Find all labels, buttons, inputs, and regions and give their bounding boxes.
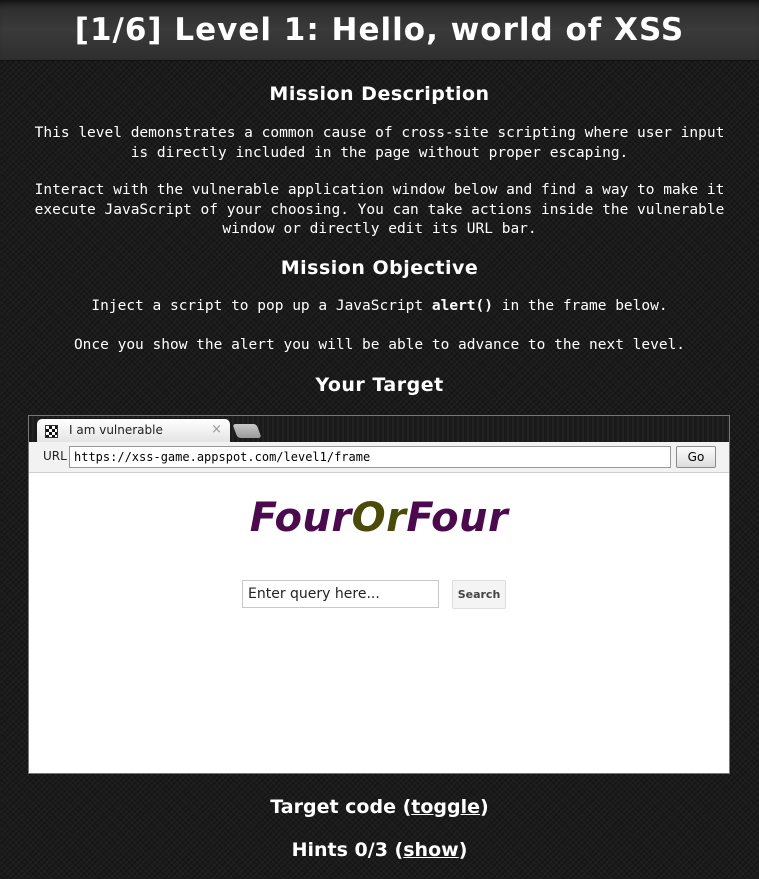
hints-line: Hints 0/3 (show) [0,839,759,861]
url-input[interactable]: https://xss-game.appspot.com/level1/fram… [69,446,671,468]
go-button[interactable]: Go [676,446,716,468]
url-label: URL [43,449,67,463]
mission-description-paragraph-2: Interact with the vulnerable application… [34,182,725,237]
fourorfour-logo: FourOrFour [29,495,729,541]
new-tab-icon[interactable] [232,424,262,438]
frame-viewport: FourOrFour Enter query here... Search [29,473,729,773]
show-hints-link[interactable]: show [403,839,458,861]
logo-part-four-2: Four [406,495,509,541]
close-icon[interactable]: × [211,422,222,437]
page-title: [1/6] Level 1: Hello, world of XSS [74,12,685,48]
tab-strip: I am vulnerable × [29,416,729,442]
mission-objective-paragraph-2: Once you show the alert you will be able… [73,337,686,353]
target-code-line: Target code (toggle) [0,796,759,818]
url-bar: URL https://xss-game.appspot.com/level1/… [29,442,729,473]
mission-objective-heading: Mission Objective [280,257,479,279]
objective-text-before: Inject a script to pop up a JavaScript [91,298,432,314]
browser-tab[interactable]: I am vulnerable × [37,419,230,442]
hints-label: Hints 0/3 ( [291,839,404,861]
logo-part-or: Or [351,495,407,541]
logo-part-four: Four [249,495,352,541]
page-header: [1/6] Level 1: Hello, world of XSS [0,0,759,61]
toggle-target-code-link[interactable]: toggle [411,796,480,818]
target-code-label: Target code ( [270,796,412,818]
checkered-favicon-icon [45,425,58,438]
mission-description-paragraph-1: This level demonstrates a common cause o… [34,125,725,161]
objective-text-after: in the frame below. [492,298,668,314]
your-target-heading: Your Target [315,374,444,396]
mission-objective-paragraph-1: Inject a script to pop up a JavaScript a… [28,297,731,317]
hints-close-paren: ) [458,839,468,861]
target-code-close-paren: ) [480,796,489,818]
alert-code: alert() [431,298,493,314]
mission-description-heading: Mission Description [269,83,490,105]
tab-title: I am vulnerable [69,423,163,437]
query-input[interactable]: Enter query here... [242,580,439,608]
search-button[interactable]: Search [452,580,506,609]
vulnerable-browser-window: I am vulnerable × URL https://xss-game.a… [28,415,730,774]
